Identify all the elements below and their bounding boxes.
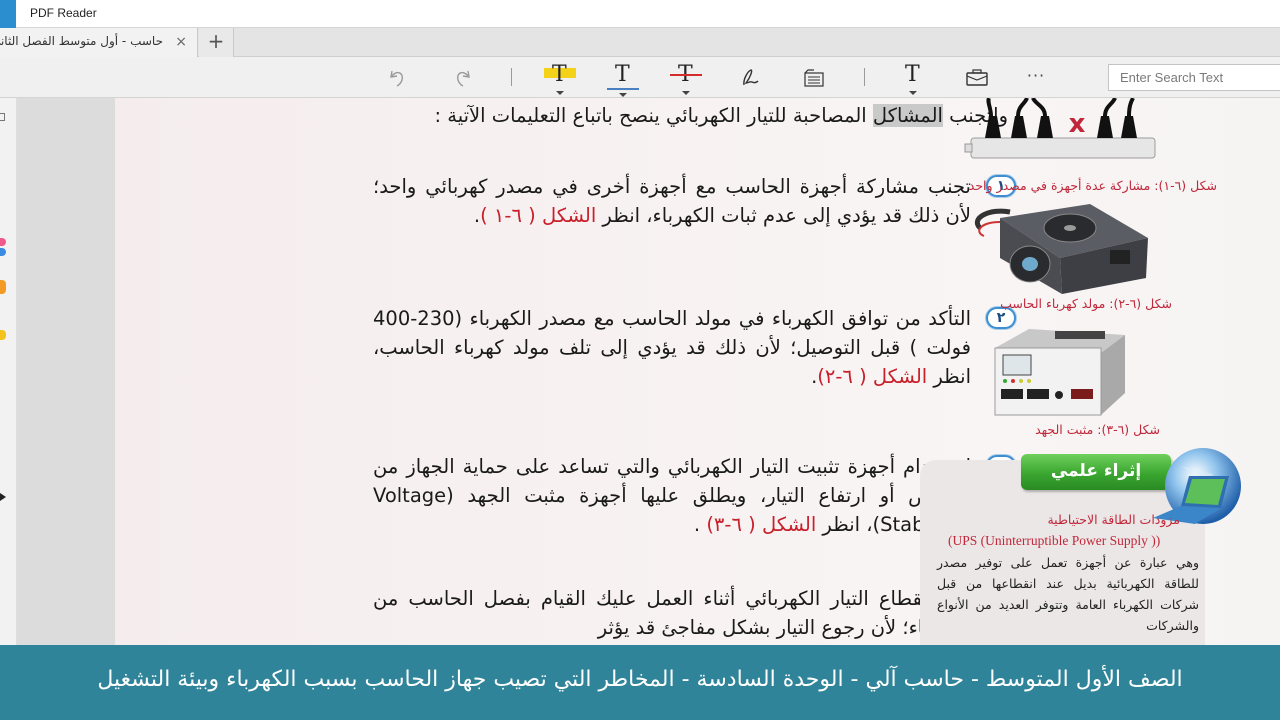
item-text: استخدام أجهزة تثبيت التيار الكهربائي وال… [373, 452, 971, 539]
figure-reference: الشكل ( ٦-٢) [817, 365, 928, 388]
banner-text: الصف الأول المتوسط - حاسب آلي - الوحدة ا… [97, 667, 1183, 692]
toolbar-separator [511, 68, 512, 86]
tab-strip: حاسب - أول متوسط الفصل الثاني × + [0, 28, 1280, 57]
text-box-button[interactable]: T [897, 61, 929, 95]
bookmark-blue-icon[interactable] [0, 248, 6, 256]
highlight-text-button[interactable]: T [544, 61, 576, 95]
power-strip-image: x [964, 98, 1156, 159]
figure-reference: الشكل ( ٦-٣) [706, 513, 817, 536]
title-bar: PDF Reader [0, 0, 1280, 28]
bookmark-yellow-icon[interactable] [0, 330, 6, 340]
chevron-down-icon [909, 91, 917, 95]
redo-icon [456, 70, 470, 87]
chevron-down-icon [682, 91, 690, 95]
undo-icon [390, 70, 404, 87]
figure-caption: شكل (٦-٣): مثبت الجهد [1035, 422, 1160, 437]
underline-swatch [607, 88, 639, 90]
briefcase-stamp-icon [966, 69, 988, 86]
highlight-text-icon: T [552, 62, 567, 87]
close-tab-icon[interactable]: × [175, 33, 187, 51]
toolbar-separator [864, 68, 865, 86]
figure-reference: الشكل ( ٦-١ ) [480, 204, 597, 227]
app-accent-strip [0, 0, 16, 28]
intro-paragraph: ولتجنب المشاكل المصاحبة للتيار الكهربائي… [368, 101, 1008, 131]
note-icon [804, 69, 824, 87]
undo-button[interactable] [382, 61, 414, 93]
underline-text-icon: T [615, 62, 630, 87]
power-supply-image [975, 204, 1148, 294]
strikeout-swatch [670, 74, 702, 76]
stamp-button[interactable] [961, 61, 993, 93]
draw-button[interactable] [734, 61, 766, 93]
figure-caption: شكل (٦-١): مشاركة عدة أجهزة في مصدر واحد [968, 178, 1217, 193]
page-gutter [17, 98, 115, 645]
bookmark-orange-icon[interactable] [0, 280, 6, 294]
pdf-page: ولتجنب المشاكل المصاحبة للتيار الكهربائي… [115, 98, 1280, 645]
voltage-stabilizer-image [994, 329, 1125, 416]
new-tab-button[interactable]: + [199, 28, 234, 57]
svg-text:x: x [1069, 109, 1086, 139]
text-box-icon: T [905, 62, 920, 87]
panel-toggle-icon[interactable] [0, 113, 5, 121]
enrichment-body: وهي عبارة عن أجهزة تعمل على توفير مصدر ل… [937, 555, 1199, 633]
selected-text: المشاكل [872, 104, 943, 127]
item-body: عند انقطاع التيار الكهربائي أثناء العمل … [373, 587, 971, 639]
chevron-down-icon [619, 93, 627, 97]
figure-caption: شكل (٦-٢): مولد كهرباء الحاسب [1000, 296, 1172, 311]
enrichment-subtitle: مزودات الطاقة الاحتياطية [1047, 512, 1180, 527]
note-button[interactable] [798, 61, 830, 93]
expand-arrow-icon[interactable] [0, 493, 6, 501]
item-text: عند انقطاع التيار الكهربائي أثناء العمل … [373, 584, 971, 642]
annotation-toolbar: T T T T ··· [0, 57, 1280, 98]
bookmark-pink-icon[interactable] [0, 238, 6, 246]
item-text: تجنب مشاركة أجهزة الحاسب مع أجهزة أخرى ف… [373, 172, 971, 230]
underline-text-button[interactable]: T [607, 61, 639, 97]
strikeout-text-button[interactable]: T [670, 61, 702, 95]
item-body: تجنب مشاركة أجهزة الحاسب مع أجهزة أخرى ف… [373, 175, 971, 227]
caption-banner: الصف الأول المتوسط - حاسب آلي - الوحدة ا… [0, 645, 1280, 720]
redo-button[interactable] [446, 61, 478, 93]
item-end: . [693, 513, 707, 536]
pen-signature-icon [743, 69, 759, 86]
document-tab[interactable]: حاسب - أول متوسط الفصل الثاني × [0, 28, 198, 57]
item-text: التأكد من توافق الكهرباء في مولد الحاسب … [373, 304, 971, 391]
search-input[interactable] [1109, 65, 1280, 90]
search-box[interactable] [1108, 64, 1280, 91]
window-title: PDF Reader [30, 6, 97, 20]
intro-text: المصاحبة للتيار الكهربائي ينصح باتباع ال… [434, 104, 873, 127]
enrichment-english-term: (UPS (Uninterruptible Power Supply )) [948, 533, 1161, 548]
enrichment-title: إثراء علمي [1021, 454, 1171, 490]
item-body: استخدام أجهزة تثبيت التيار الكهربائي وال… [373, 455, 971, 536]
more-options-button[interactable]: ··· [1020, 61, 1052, 93]
chevron-down-icon [556, 91, 564, 95]
tab-label: حاسب - أول متوسط الفصل الثاني [0, 34, 163, 48]
left-side-panel[interactable] [0, 98, 17, 645]
